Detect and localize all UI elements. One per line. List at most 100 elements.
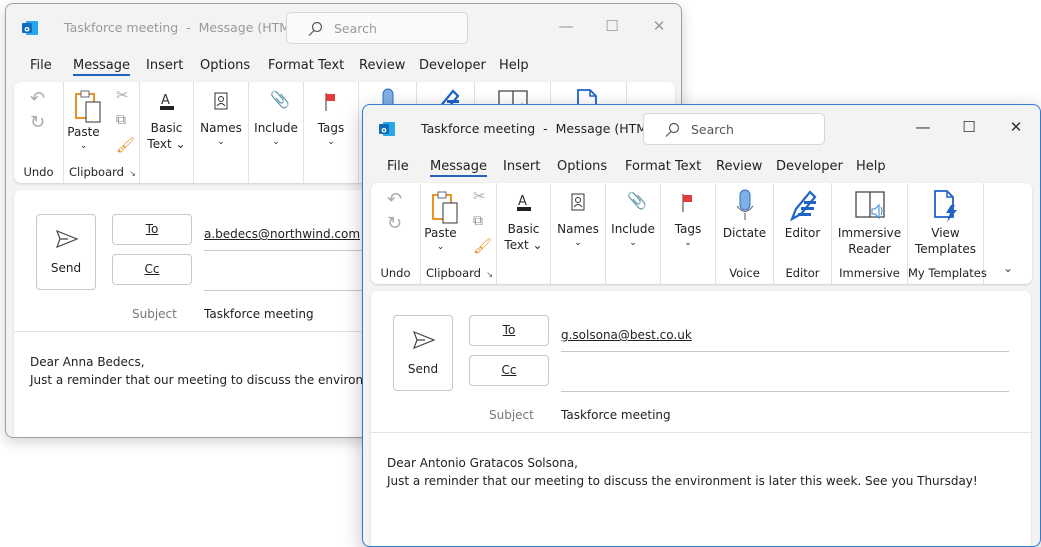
voice-group: Dictate Voice — [716, 183, 774, 284]
include-group[interactable]: 📎 Include ⌄ — [249, 82, 304, 183]
tab-message[interactable]: Message — [430, 159, 487, 177]
paste-chevron-icon[interactable]: ⌄ — [64, 138, 103, 154]
search-icon — [308, 21, 323, 36]
close-button[interactable]: ✕ — [644, 14, 674, 38]
clipboard-group: Paste ⌄ ✂ ⧉ 🖌 Clipboard ↘ — [64, 82, 140, 183]
paste-icon[interactable] — [74, 90, 104, 124]
search-icon — [665, 122, 680, 137]
tags-chevron-icon: ⌄ — [684, 238, 692, 248]
compose-window-foreground[interactable]: o Taskforce meeting - Message (HTML) Sea… — [362, 104, 1041, 547]
tab-insert[interactable]: Insert — [146, 58, 183, 73]
tab-help[interactable]: Help — [856, 159, 886, 174]
names-group[interactable]: Names ⌄ — [551, 183, 606, 284]
message-body[interactable]: Dear Antonio Gratacos Solsona, Just a re… — [387, 454, 978, 490]
basic-text-group[interactable]: A Basic Text ⌄ — [497, 183, 551, 284]
compose-area: Send To g.solsona@best.co.uk Cc Subject … — [371, 291, 1031, 546]
subject-field[interactable]: Taskforce meeting — [204, 307, 314, 321]
tab-review[interactable]: Review — [359, 58, 405, 73]
tab-options[interactable]: Options — [557, 159, 607, 174]
editor-pen-icon[interactable] — [788, 189, 818, 221]
tab-options[interactable]: Options — [200, 58, 250, 73]
microphone-icon[interactable] — [735, 189, 755, 221]
tab-file[interactable]: File — [387, 159, 409, 174]
tab-help[interactable]: Help — [499, 58, 529, 73]
immersive-reader-button[interactable]: ImmersiveReader — [832, 225, 907, 257]
redo-icon[interactable]: ↻ — [387, 213, 402, 234]
flag-icon — [682, 194, 692, 212]
cut-icon[interactable]: ✂ — [473, 187, 486, 205]
address-book-icon — [571, 193, 585, 211]
subject-field[interactable]: Taskforce meeting — [561, 408, 671, 422]
search-box[interactable]: Search — [286, 12, 468, 44]
names-chevron-icon: ⌄ — [217, 137, 225, 147]
to-field[interactable]: a.bedecs@northwind.com — [204, 227, 360, 241]
collapse-ribbon-chevron-icon[interactable]: ⌄ — [1003, 261, 1013, 275]
editor-button[interactable]: Editor — [774, 225, 831, 241]
send-button[interactable]: Send — [36, 214, 96, 290]
maximize-button[interactable]: ☐ — [597, 14, 627, 38]
paste-icon[interactable] — [431, 191, 461, 225]
subject-label: Subject — [489, 408, 534, 422]
paste-chevron-icon[interactable]: ⌄ — [421, 239, 460, 255]
undo-icon[interactable]: ↶ — [30, 88, 45, 109]
dialog-launcher-icon[interactable]: ↘ — [129, 169, 136, 178]
tab-developer[interactable]: Developer — [776, 159, 843, 174]
undo-icon[interactable]: ↶ — [387, 189, 402, 210]
tab-insert[interactable]: Insert — [503, 159, 540, 174]
format-painter-icon[interactable]: 🖌 — [116, 136, 135, 154]
tab-file[interactable]: File — [30, 58, 52, 73]
tab-developer[interactable]: Developer — [419, 58, 486, 73]
window-title: Taskforce meeting - Message (HTML) — [64, 20, 302, 35]
font-color-icon: A — [517, 194, 531, 211]
cc-button[interactable]: Cc — [112, 254, 192, 285]
names-group[interactable]: Names ⌄ — [194, 82, 249, 183]
cut-icon[interactable]: ✂ — [116, 86, 129, 104]
view-templates-icon[interactable] — [933, 189, 961, 223]
view-templates-button[interactable]: ViewTemplates — [908, 225, 983, 257]
basic-text-group[interactable]: A Basic Text ⌄ — [140, 82, 194, 183]
tags-group[interactable]: Tags ⌄ — [304, 82, 359, 183]
tab-review[interactable]: Review — [716, 159, 762, 174]
clipboard-group-label: Clipboard — [426, 266, 481, 280]
paperclip-icon: 📎 — [627, 191, 647, 210]
tab-format-text[interactable]: Format Text — [268, 58, 344, 73]
redo-icon[interactable]: ↻ — [30, 112, 45, 133]
minimize-button[interactable]: — — [908, 115, 938, 139]
subject-label: Subject — [132, 307, 177, 321]
cc-button[interactable]: Cc — [469, 355, 549, 386]
maximize-button[interactable]: ☐ — [954, 115, 984, 139]
basic-text-label-2: Text ⌄ — [147, 137, 186, 151]
format-painter-icon[interactable]: 🖌 — [473, 237, 492, 255]
immersive-group: ImmersiveReader Immersive — [832, 183, 908, 284]
send-button[interactable]: Send — [393, 315, 453, 391]
tab-format-text[interactable]: Format Text — [625, 159, 701, 174]
copy-icon[interactable]: ⧉ — [473, 213, 483, 229]
cc-field[interactable] — [561, 391, 1009, 392]
to-button[interactable]: To — [112, 214, 192, 245]
to-button[interactable]: To — [469, 315, 549, 346]
basic-text-label: Basic — [507, 222, 540, 236]
copy-icon[interactable]: ⧉ — [116, 112, 126, 128]
tags-chevron-icon: ⌄ — [327, 137, 335, 147]
svg-text:A: A — [161, 93, 170, 108]
my-templates-group: ViewTemplates My Templates — [908, 183, 987, 284]
dictate-button[interactable]: Dictate — [716, 225, 773, 241]
immersive-group-label: Immersive — [839, 266, 900, 280]
dialog-launcher-icon[interactable]: ↘ — [486, 270, 493, 279]
names-chevron-icon: ⌄ — [574, 238, 582, 248]
basic-text-label: Basic — [150, 121, 183, 135]
to-field-underline — [561, 351, 1009, 352]
basic-text-label-2: Text ⌄ — [504, 238, 543, 252]
flag-icon — [325, 93, 335, 111]
tags-group[interactable]: Tags ⌄ — [661, 183, 716, 284]
undo-group-label: Undo — [380, 266, 411, 280]
include-group[interactable]: 📎 Include ⌄ — [606, 183, 661, 284]
close-button[interactable]: ✕ — [1001, 115, 1031, 139]
window-title: Taskforce meeting - Message (HTML) — [421, 121, 659, 136]
clipboard-group: Paste ⌄ ✂ ⧉ 🖌 Clipboard ↘ — [421, 183, 497, 284]
tab-message[interactable]: Message — [73, 58, 130, 76]
minimize-button[interactable]: — — [551, 14, 581, 38]
immersive-reader-icon[interactable] — [855, 189, 887, 221]
to-field[interactable]: g.solsona@best.co.uk — [561, 328, 692, 342]
search-box[interactable]: Search — [643, 113, 825, 145]
